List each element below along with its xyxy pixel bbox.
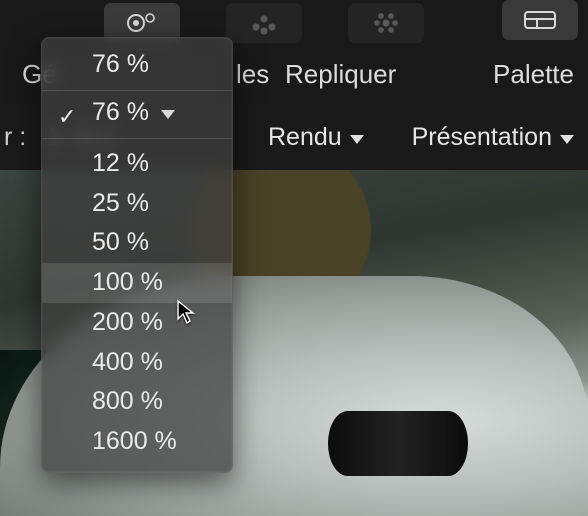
palette-icon: [523, 9, 557, 31]
menu-item-label: 200 %: [92, 308, 163, 336]
zoom-menu-option[interactable]: 800 %: [42, 382, 232, 422]
menu-item-label: 1600 %: [92, 427, 177, 455]
menu-separator: [42, 138, 232, 139]
menu-item-label: 50 %: [92, 228, 149, 256]
bg-shape: [328, 411, 468, 476]
menu-current-label: 76 %: [92, 98, 149, 127]
menu-item-label: 400 %: [92, 348, 163, 376]
zoom-menu-option[interactable]: 50 %: [42, 223, 232, 263]
presentation-menu[interactable]: Présentation: [412, 123, 574, 152]
replicate-button[interactable]: [348, 3, 424, 43]
menu-item-label: 76 %: [92, 50, 149, 78]
menu-item-label: 25 %: [92, 189, 149, 217]
zoom-menu-option[interactable]: 400 %: [42, 343, 232, 383]
replicate-icon: [369, 11, 403, 35]
checkmark-icon: ✓: [58, 104, 76, 130]
replicate-label: Repliquer: [285, 59, 396, 90]
particles-icon: [247, 11, 281, 35]
zoom-menu-top-value[interactable]: 76 %: [42, 45, 232, 85]
gear-icon: [124, 11, 160, 35]
menu-item-label: 800 %: [92, 387, 163, 415]
render-label: Rendu: [268, 123, 342, 152]
zoom-menu-option[interactable]: 12 %: [42, 144, 232, 184]
zoom-menu-popup: 76 % ✓ 76 % 12 % 25 % 50 % 100 % 200 % 400 % 8…: [41, 37, 233, 473]
zoom-menu-option[interactable]: 200 %: [42, 303, 232, 343]
particles-button[interactable]: [226, 3, 302, 43]
menu-item-label: 100 %: [92, 268, 163, 296]
zoom-menu-current[interactable]: ✓ 76 %: [42, 96, 232, 133]
zoom-prefix: r :: [4, 123, 26, 152]
zoom-menu-option[interactable]: 100 %: [42, 263, 232, 303]
chevron-down-icon: [161, 110, 175, 119]
chevron-down-icon: [560, 135, 574, 144]
menu-separator: [42, 90, 232, 91]
presentation-label: Présentation: [412, 123, 552, 152]
zoom-menu-option[interactable]: 25 %: [42, 184, 232, 224]
chevron-down-icon: [350, 135, 364, 144]
menu-item-label: 12 %: [92, 149, 149, 177]
particles-label: les: [236, 59, 269, 90]
palette-label: Palette: [493, 59, 574, 90]
render-menu[interactable]: Rendu: [268, 123, 364, 152]
palette-button[interactable]: [502, 0, 578, 40]
zoom-menu-option[interactable]: 1600 %: [42, 422, 232, 462]
